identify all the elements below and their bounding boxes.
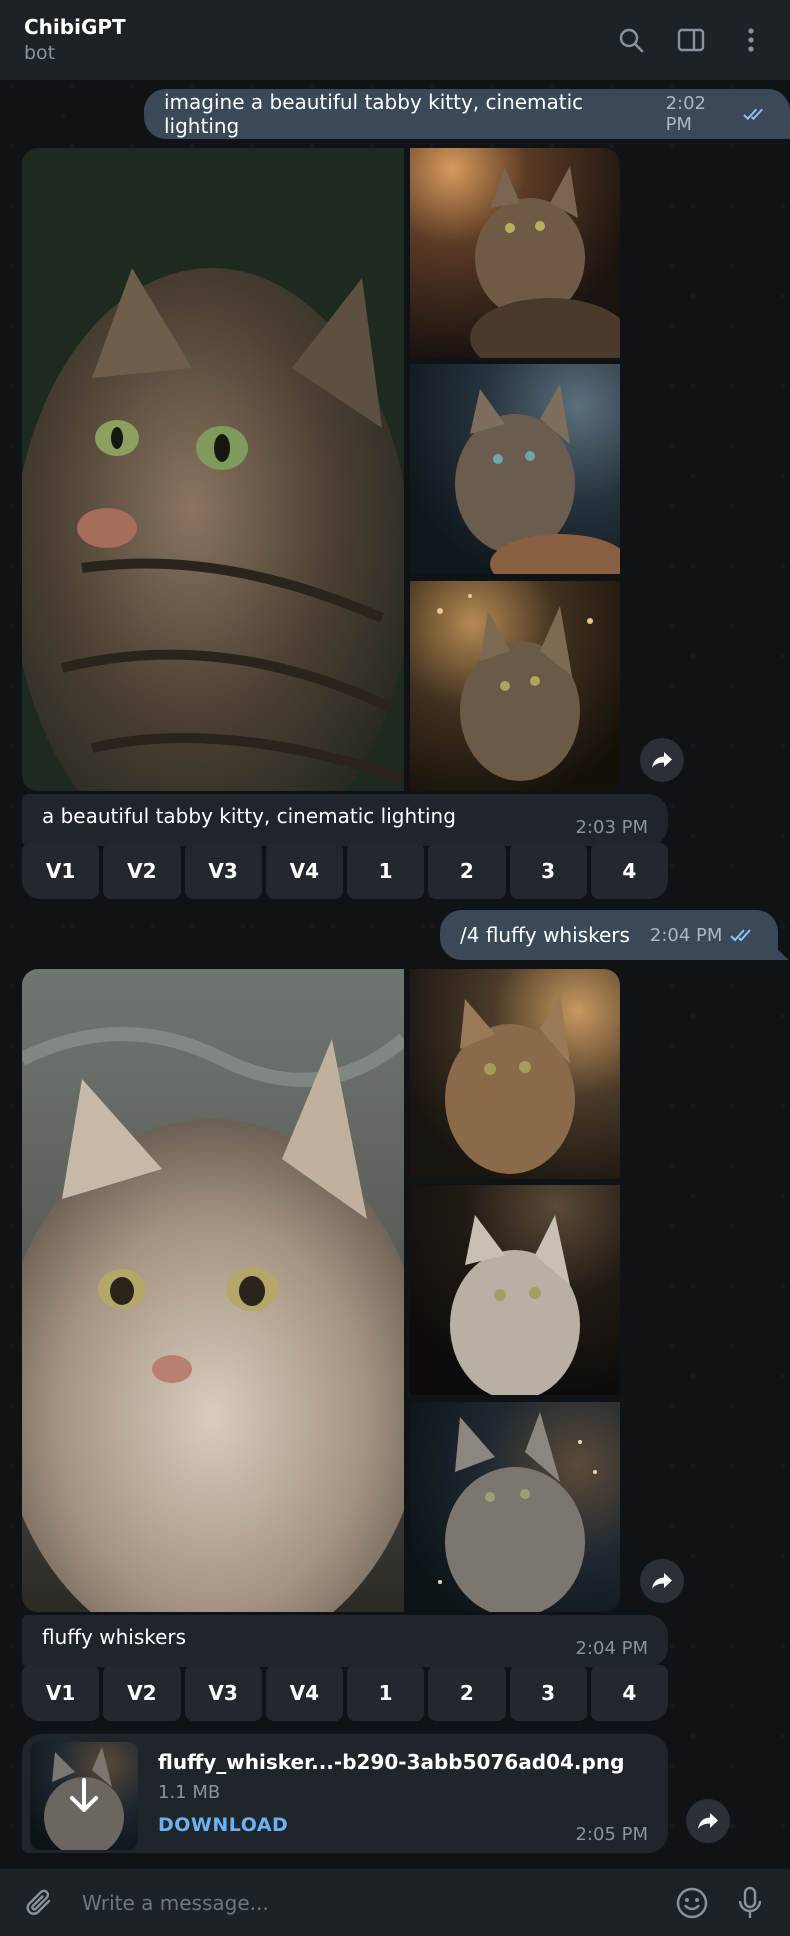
- double-check-icon: [730, 929, 752, 942]
- file-size: 1.1 MB: [158, 1782, 221, 1803]
- caption-text: a beautiful tabby kitty, cinematic light…: [42, 804, 456, 828]
- variation-button-v1[interactable]: V1: [22, 843, 100, 899]
- chat-title-block[interactable]: ChibiGPT bot: [24, 14, 586, 66]
- message-composer: [0, 1869, 790, 1936]
- download-link[interactable]: DOWNLOAD: [158, 1814, 288, 1836]
- image-grid: [22, 969, 620, 1612]
- message-time: 2:05 PM: [575, 1824, 648, 1845]
- generated-image-1[interactable]: [22, 969, 404, 1612]
- message-time: 2:04 PM: [649, 924, 723, 946]
- upscale-button-3[interactable]: 3: [509, 1665, 587, 1721]
- more-vertical-icon[interactable]: [736, 25, 766, 55]
- inline-keyboard: V1 V2 V3 V4 1 2 3 4: [22, 1665, 668, 1721]
- generated-image-3[interactable]: [410, 364, 620, 574]
- chat-title: ChibiGPT: [24, 15, 126, 39]
- upscale-button-3[interactable]: 3: [509, 843, 587, 899]
- bubble-tail: [782, 121, 790, 139]
- inline-keyboard: V1 V2 V3 V4 1 2 3 4: [22, 843, 668, 899]
- forward-icon: [698, 1813, 718, 1829]
- message-time: 2:03 PM: [575, 817, 648, 838]
- emoji-icon[interactable]: [672, 1883, 712, 1923]
- variation-button-v1[interactable]: V1: [22, 1665, 100, 1721]
- message-meta: 2:04 PM: [650, 925, 757, 946]
- sidebar-toggle-icon[interactable]: [676, 25, 706, 55]
- variation-button-v3[interactable]: V3: [184, 843, 262, 899]
- generated-image-4[interactable]: [410, 1402, 620, 1612]
- upscale-button-4[interactable]: 4: [590, 1665, 668, 1721]
- generated-image-2[interactable]: [410, 969, 620, 1179]
- search-icon[interactable]: [616, 25, 646, 55]
- forward-button[interactable]: [640, 1559, 684, 1603]
- image-caption: fluffy whiskers 2:04 PM: [22, 1615, 668, 1667]
- generated-image-1[interactable]: [22, 148, 404, 791]
- chat-header: ChibiGPT bot: [0, 0, 790, 80]
- outgoing-message[interactable]: /4 fluffy whiskers 2:04 PM: [440, 910, 789, 960]
- message-time: 2:04 PM: [575, 1638, 648, 1659]
- generated-image-3[interactable]: [410, 1185, 620, 1395]
- upscale-button-2[interactable]: 2: [428, 1665, 506, 1721]
- upscale-button-1[interactable]: 1: [347, 843, 425, 899]
- forward-icon: [652, 752, 672, 768]
- variation-button-v4[interactable]: V4: [265, 1665, 343, 1721]
- message-time: 2:02 PM: [665, 93, 706, 135]
- message-text: imagine a beautiful tabby kitty, cinemat…: [164, 90, 584, 138]
- file-message: fluffy_whisker...-b290-3abb5076ad04.png …: [22, 1734, 668, 1853]
- upscale-button-1[interactable]: 1: [347, 1665, 425, 1721]
- variation-button-v2[interactable]: V2: [103, 1665, 181, 1721]
- image-grid: [22, 148, 620, 791]
- forward-button[interactable]: [686, 1799, 730, 1843]
- file-name: fluffy_whisker...-b290-3abb5076ad04.png: [158, 1750, 625, 1774]
- message-meta: 2:02 PM: [666, 93, 768, 135]
- forward-button[interactable]: [640, 738, 684, 782]
- attach-icon[interactable]: [20, 1883, 60, 1923]
- outgoing-message[interactable]: imagine a beautiful tabby kitty, cinemat…: [144, 89, 790, 139]
- generated-image-2[interactable]: [410, 148, 620, 358]
- message-input[interactable]: [82, 1880, 654, 1925]
- image-caption: a beautiful tabby kitty, cinematic light…: [22, 794, 668, 846]
- double-check-icon: [743, 108, 763, 121]
- upscale-button-2[interactable]: 2: [428, 843, 506, 899]
- caption-text: fluffy whiskers: [42, 1625, 187, 1649]
- file-thumbnail[interactable]: [30, 1742, 138, 1850]
- variation-button-v4[interactable]: V4: [265, 843, 343, 899]
- forward-icon: [652, 1573, 672, 1589]
- generated-image-4[interactable]: [410, 581, 620, 791]
- variation-button-v3[interactable]: V3: [184, 1665, 262, 1721]
- upscale-button-4[interactable]: 4: [590, 843, 668, 899]
- microphone-icon[interactable]: [730, 1883, 770, 1923]
- variation-button-v2[interactable]: V2: [103, 843, 181, 899]
- chat-subtitle: bot: [24, 42, 56, 64]
- message-text: /4 fluffy whiskers: [460, 923, 630, 947]
